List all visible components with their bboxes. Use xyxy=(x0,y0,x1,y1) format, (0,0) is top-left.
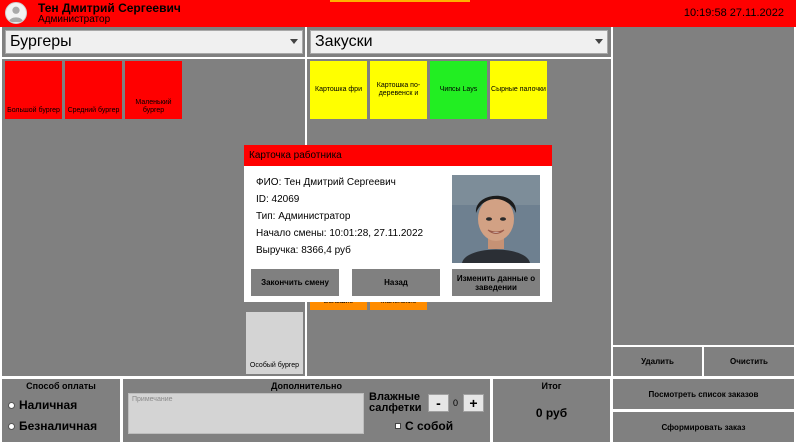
menu-item-fries[interactable]: Картошка фри xyxy=(310,61,367,119)
chevron-down-icon xyxy=(290,39,298,44)
make-order-button[interactable]: Сформировать заказ xyxy=(613,412,794,442)
employee-fio: ФИО: Тен Дмитрий Сергеевич xyxy=(256,177,396,188)
menu-item-big-burger[interactable]: Большой бургер xyxy=(5,61,62,119)
menu-item-medium-burger[interactable]: Средний бургер xyxy=(65,61,122,119)
radio-icon xyxy=(8,422,15,430)
menu-item-small-burger[interactable]: Маленький бургер xyxy=(125,61,182,119)
menu-item-lays-chips[interactable]: Чипсы Lays xyxy=(430,61,487,119)
radio-label: Безналичная xyxy=(19,419,98,433)
divider xyxy=(2,57,305,59)
snacks-category-select[interactable]: Закуски xyxy=(310,30,608,54)
notes-placeholder: Примечание xyxy=(132,396,173,403)
extras-panel: Дополнительно Примечание Влажные салфетк… xyxy=(123,379,490,442)
employee-revenue: Выручка: 8366,4 руб xyxy=(256,245,351,256)
menu-item-label: Маленький бургер xyxy=(135,99,172,114)
takeaway-checkbox[interactable]: С собой xyxy=(395,419,453,433)
employee-card-dialog: Карточка работника ФИО: Тен Дмитрий Серг… xyxy=(244,145,552,302)
napkins-label: Влажные салфетки xyxy=(369,391,422,414)
category-select-value: Бургеры xyxy=(10,33,72,50)
header-clock: 10:19:58 27.11.2022 xyxy=(683,7,784,19)
employee-type: Тип: Администратор xyxy=(256,211,351,222)
header-user-role: Администратор xyxy=(38,14,111,25)
napkins-plus-button[interactable]: + xyxy=(463,394,484,412)
total-value: 0 руб xyxy=(535,406,568,420)
total-panel: Итог 0 руб xyxy=(493,379,610,442)
order-list-panel xyxy=(613,27,794,345)
edit-venue-button[interactable]: Изменить данные о заведении xyxy=(452,269,540,296)
radio-icon xyxy=(8,401,15,409)
menu-item-label: Особый бургер xyxy=(249,362,300,369)
end-shift-button[interactable]: Закончить смену xyxy=(251,269,339,296)
checkbox-label: С собой xyxy=(405,419,454,433)
menu-item-label: Картошка по-деревенск и xyxy=(376,82,421,97)
clear-button[interactable]: Очистить xyxy=(704,347,794,376)
view-orders-button[interactable]: Посмотреть список заказов xyxy=(613,379,794,409)
user-avatar-icon[interactable] xyxy=(5,2,27,24)
divider xyxy=(307,57,611,59)
employee-id: ID: 42069 xyxy=(256,194,300,205)
napkins-count: 0 xyxy=(453,398,459,408)
menu-item-special-burger[interactable]: Особый бургер xyxy=(246,312,303,374)
top-bar: Тен Дмитрий Сергеевич Администратор 10:1… xyxy=(0,0,796,27)
menu-item-label: Большой бургер xyxy=(7,107,60,114)
employee-photo xyxy=(452,175,540,263)
payment-option-cash[interactable]: Наличная xyxy=(8,398,77,412)
checkbox-icon xyxy=(395,423,401,429)
payment-panel: Способ оплаты Наличная Безналичная xyxy=(2,379,120,442)
payment-option-card[interactable]: Безналичная xyxy=(8,419,97,433)
menu-item-label: Чипсы Lays xyxy=(439,86,478,93)
dialog-title: Карточка работника xyxy=(244,145,552,166)
menu-item-label: Картошка фри xyxy=(315,86,362,93)
radio-label: Наличная xyxy=(19,398,78,412)
burgers-category-select[interactable]: Бургеры xyxy=(5,30,303,54)
menu-item-country-potatoes[interactable]: Картошка по-деревенск и xyxy=(370,61,427,119)
napkins-minus-button[interactable]: - xyxy=(428,394,449,412)
chevron-down-icon xyxy=(595,39,603,44)
header-accent-line xyxy=(330,0,470,2)
category-select-value: Закуски xyxy=(315,33,373,50)
total-title: Итог xyxy=(541,381,562,391)
menu-item-cheese-sticks[interactable]: Сырные палочки xyxy=(490,61,547,119)
employee-shift-start: Начало смены: 10:01:28, 27.11.2022 xyxy=(256,228,424,239)
menu-item-label: Средний бургер xyxy=(67,107,120,114)
header-user-name: Тен Дмитрий Сергеевич xyxy=(38,1,181,15)
delete-button[interactable]: Удалить xyxy=(613,347,702,376)
payment-title: Способ оплаты xyxy=(26,381,96,391)
menu-item-label: Сырные палочки xyxy=(491,86,546,93)
back-button[interactable]: Назад xyxy=(352,269,440,296)
notes-field[interactable]: Примечание xyxy=(128,393,364,434)
extras-title: Дополнительно xyxy=(270,381,342,391)
